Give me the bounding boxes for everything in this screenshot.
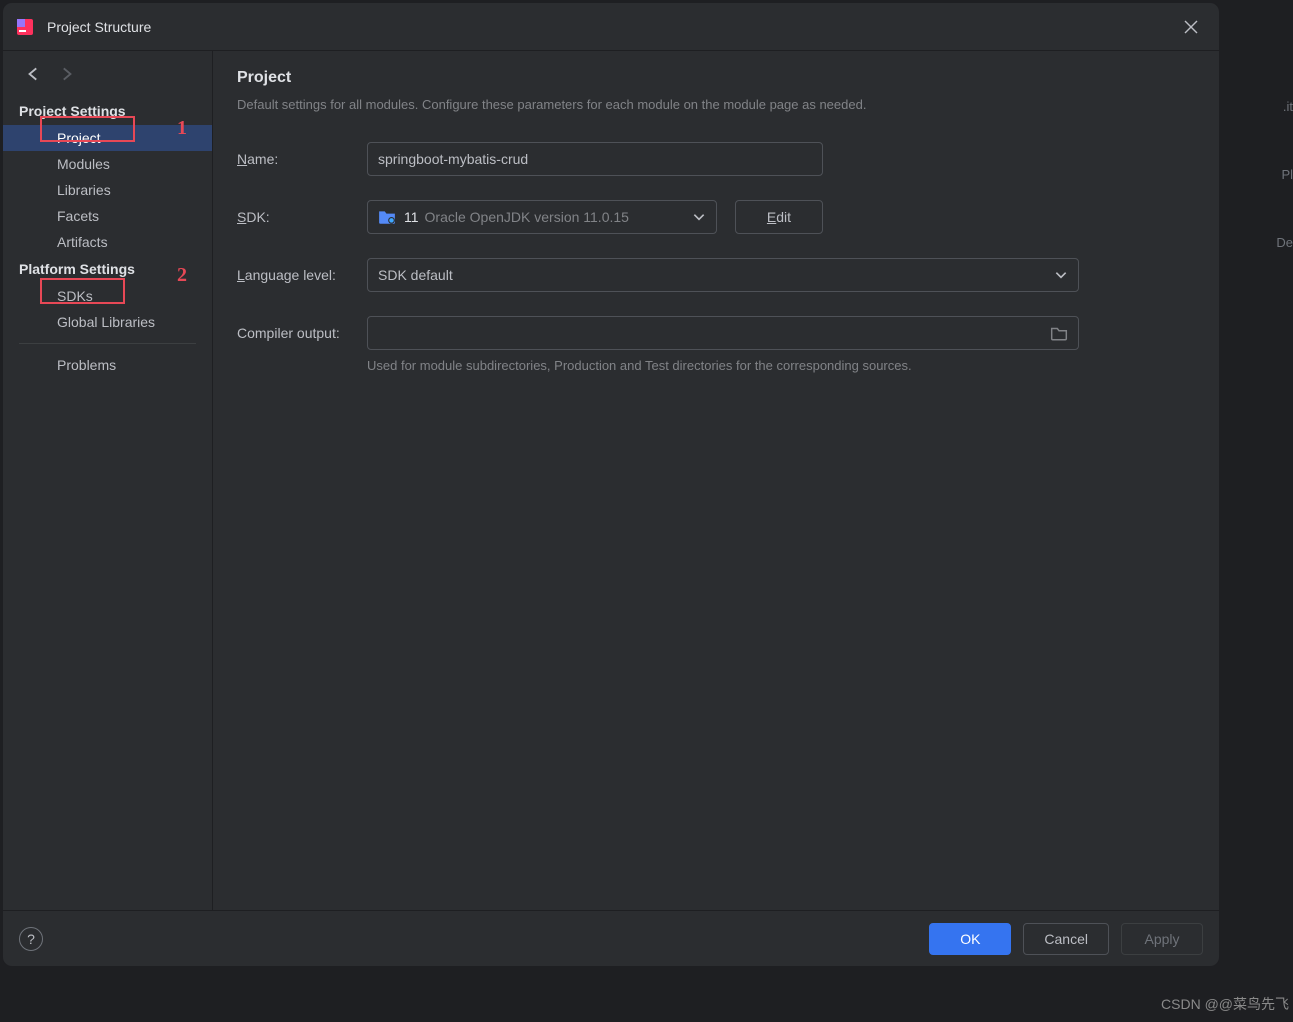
cancel-button[interactable]: Cancel bbox=[1023, 923, 1109, 955]
ok-button[interactable]: OK bbox=[929, 923, 1011, 955]
annotation-number-1: 1 bbox=[177, 117, 187, 140]
chevron-down-icon bbox=[1054, 268, 1068, 282]
dialog-footer: ? OK Cancel Apply bbox=[3, 910, 1219, 966]
sidebar-item-modules[interactable]: Modules bbox=[3, 151, 212, 177]
sdk-dropdown[interactable]: 11Oracle OpenJDK version 11.0.15 bbox=[367, 200, 717, 234]
sidebar-item-facets[interactable]: Facets bbox=[3, 203, 212, 229]
app-icon bbox=[15, 17, 35, 37]
content-panel: Project Default settings for all modules… bbox=[213, 51, 1219, 910]
sidebar: Project Settings Project Modules Librari… bbox=[3, 51, 213, 910]
folder-icon bbox=[378, 208, 396, 226]
compiler-output-input[interactable] bbox=[378, 325, 1050, 341]
dialog-title: Project Structure bbox=[47, 19, 1175, 35]
name-input[interactable] bbox=[367, 142, 823, 176]
background-fragments: .it Pl De bbox=[1276, 90, 1293, 260]
compiler-hint: Used for module subdirectories, Producti… bbox=[367, 358, 1195, 373]
browse-folder-icon[interactable] bbox=[1050, 324, 1068, 342]
annotation-number-2: 2 bbox=[177, 264, 187, 287]
watermark: CSDN @@菜鸟先飞 bbox=[1161, 994, 1289, 1014]
language-level-label: Language level: bbox=[237, 267, 367, 283]
sidebar-item-libraries[interactable]: Libraries bbox=[3, 177, 212, 203]
language-level-text: SDK default bbox=[378, 267, 1054, 283]
language-level-dropdown[interactable]: SDK default bbox=[367, 258, 1079, 292]
sidebar-item-global-libraries[interactable]: Global Libraries bbox=[3, 309, 212, 335]
chevron-down-icon bbox=[692, 210, 706, 224]
titlebar: Project Structure bbox=[3, 3, 1219, 51]
sidebar-divider bbox=[19, 343, 196, 344]
sdk-label: SDK: bbox=[237, 209, 367, 225]
content-title: Project bbox=[237, 69, 1195, 87]
project-structure-dialog: Project Structure Project Settings Proje… bbox=[2, 2, 1220, 967]
edit-sdk-button[interactable]: Edit bbox=[735, 200, 823, 234]
sdk-text: 11Oracle OpenJDK version 11.0.15 bbox=[404, 209, 692, 225]
apply-button: Apply bbox=[1121, 923, 1203, 955]
help-button[interactable]: ? bbox=[19, 927, 43, 951]
content-description: Default settings for all modules. Config… bbox=[237, 97, 1195, 112]
compiler-output-field[interactable] bbox=[367, 316, 1079, 350]
name-label: Name: bbox=[237, 151, 367, 167]
sidebar-item-artifacts[interactable]: Artifacts bbox=[3, 229, 212, 255]
nav-back-button[interactable] bbox=[25, 65, 43, 83]
sidebar-item-problems[interactable]: Problems bbox=[3, 352, 212, 378]
compiler-output-label: Compiler output: bbox=[237, 325, 367, 341]
close-button[interactable] bbox=[1175, 11, 1207, 43]
nav-forward-button[interactable] bbox=[57, 65, 75, 83]
